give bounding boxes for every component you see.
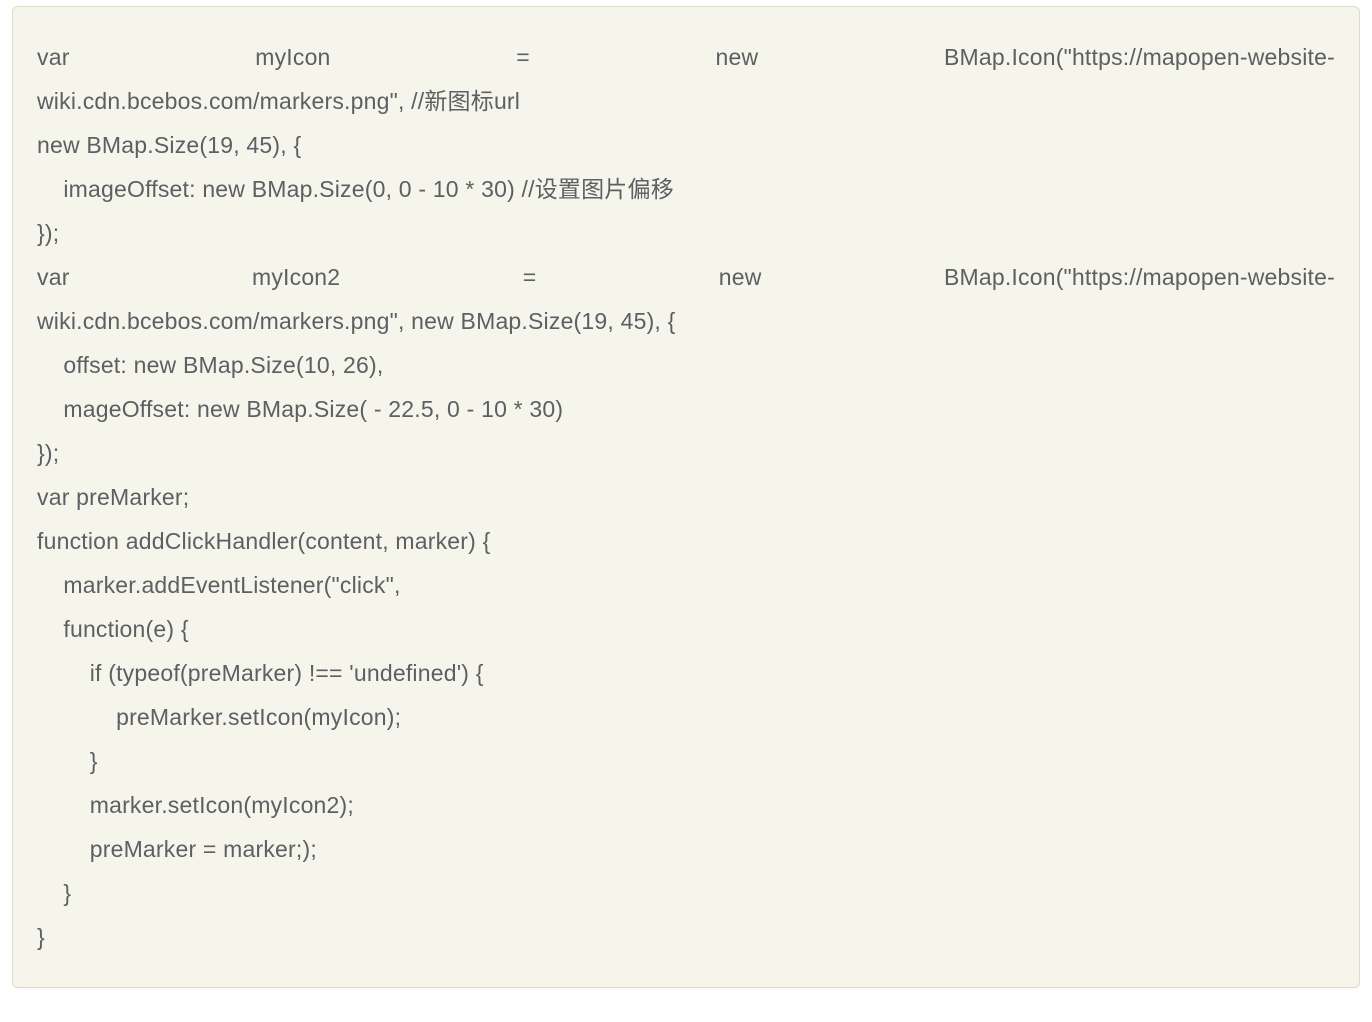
code-token: =: [516, 35, 530, 79]
code-line: });: [37, 211, 1335, 255]
code-line: var myIcon = new BMap.Icon("https://mapo…: [37, 35, 1335, 79]
code-token: var: [37, 35, 70, 79]
code-token: BMap.Icon("https://mapopen-website-: [944, 35, 1335, 79]
code-line: wiki.cdn.bcebos.com/markers.png", //新图标u…: [37, 79, 1335, 123]
code-line: var myIcon2 = new BMap.Icon("https://map…: [37, 255, 1335, 299]
code-line: }: [37, 915, 1335, 959]
code-line: wiki.cdn.bcebos.com/markers.png", new BM…: [37, 299, 1335, 343]
code-line: function(e) {: [37, 607, 1335, 651]
code-line: if (typeof(preMarker) !== 'undefined') {: [37, 651, 1335, 695]
code-token: new: [719, 255, 762, 299]
code-line: var preMarker;: [37, 475, 1335, 519]
code-line: preMarker.setIcon(myIcon);: [37, 695, 1335, 739]
code-line: function addClickHandler(content, marker…: [37, 519, 1335, 563]
code-token: myIcon2: [252, 255, 340, 299]
code-line: new BMap.Size(19, 45), {: [37, 123, 1335, 167]
code-line: }: [37, 739, 1335, 783]
code-line: offset: new BMap.Size(10, 26),: [37, 343, 1335, 387]
code-line: imageOffset: new BMap.Size(0, 0 - 10 * 3…: [37, 167, 1335, 211]
code-line: marker.setIcon(myIcon2);: [37, 783, 1335, 827]
code-block: var myIcon = new BMap.Icon("https://mapo…: [12, 6, 1360, 988]
code-line: mageOffset: new BMap.Size( - 22.5, 0 - 1…: [37, 387, 1335, 431]
code-token: var: [37, 255, 70, 299]
code-line: marker.addEventListener("click",: [37, 563, 1335, 607]
code-token: myIcon: [255, 35, 330, 79]
code-line: });: [37, 431, 1335, 475]
code-line: }: [37, 871, 1335, 915]
code-token: =: [523, 255, 537, 299]
code-token: new: [716, 35, 759, 79]
code-line: preMarker = marker;);: [37, 827, 1335, 871]
code-token: BMap.Icon("https://mapopen-website-: [944, 255, 1335, 299]
